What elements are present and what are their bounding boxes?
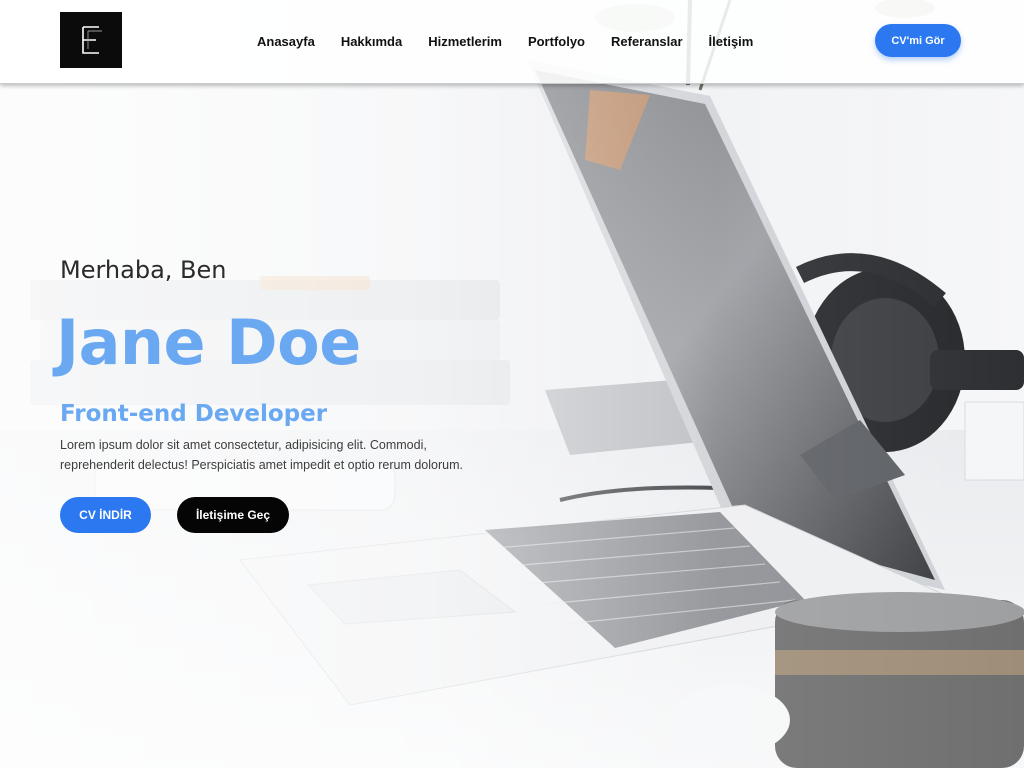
- download-cv-button[interactable]: CV İNDİR: [60, 497, 151, 533]
- nav-item-references: Referanslar: [611, 33, 709, 51]
- hero-role: Front-end Developer: [60, 401, 328, 427]
- nav-link-services[interactable]: Hizmetlerim: [428, 34, 502, 50]
- nav-link-references[interactable]: Referanslar: [611, 34, 683, 50]
- view-cv-button[interactable]: CV'mi Gör: [875, 24, 961, 57]
- logo[interactable]: [60, 12, 122, 68]
- nav-item-portfolio: Portfolyo: [528, 33, 611, 51]
- nav-item-home: Anasayfa: [257, 33, 341, 51]
- nav-link-home[interactable]: Anasayfa: [257, 34, 315, 50]
- navbar: Anasayfa Hakkımda Hizmetlerim Portfolyo …: [0, 0, 1024, 84]
- nav-link-portfolio[interactable]: Portfolyo: [528, 34, 585, 50]
- hero-bio: Lorem ipsum dolor sit amet consectetur, …: [60, 438, 463, 472]
- nav-menu: Anasayfa Hakkımda Hizmetlerim Portfolyo …: [257, 33, 779, 51]
- nav-item-contact: İletişim: [709, 33, 780, 51]
- nav-link-contact[interactable]: İletişim: [709, 34, 754, 50]
- nav-item-services: Hizmetlerim: [428, 33, 528, 51]
- nav-link-about[interactable]: Hakkımda: [341, 34, 402, 50]
- hero-greeting: Merhaba, Ben: [60, 256, 227, 284]
- nav-item-about: Hakkımda: [341, 33, 428, 51]
- logo-e-icon: [82, 26, 102, 54]
- contact-button[interactable]: İletişime Geç: [177, 497, 289, 533]
- hero-name: Jane Doe: [56, 306, 361, 379]
- hero-overlay: [0, 0, 1024, 768]
